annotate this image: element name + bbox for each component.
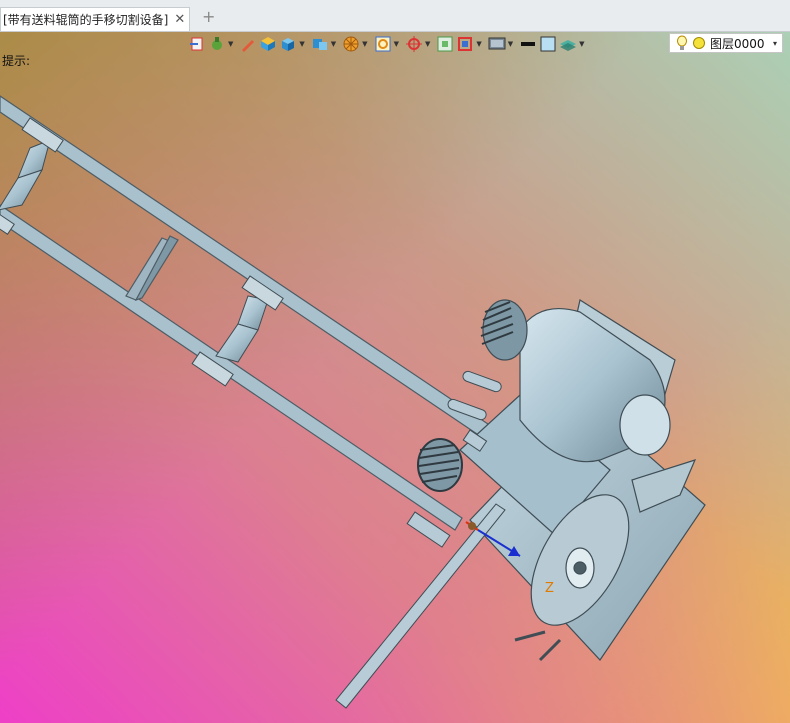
box-icon[interactable] bbox=[259, 35, 277, 53]
chevron-down-icon[interactable]: ▾ bbox=[773, 39, 777, 48]
document-tabbar: [带有送料辊筒的手移切割设备] ✕ + bbox=[0, 0, 790, 32]
layer-color-icon bbox=[693, 37, 705, 49]
view-cube-icon[interactable] bbox=[311, 35, 329, 53]
tab-document-label: [带有送料辊筒的手移切割设备] bbox=[3, 13, 169, 27]
chevron-down-icon[interactable]: ▼ bbox=[476, 40, 481, 48]
display-mode-icon[interactable] bbox=[488, 35, 506, 53]
chevron-down-icon[interactable]: ▼ bbox=[362, 40, 367, 48]
layer-select[interactable]: 图层0000 ▾ bbox=[669, 33, 783, 53]
chevron-down-icon[interactable]: ▼ bbox=[425, 40, 430, 48]
zoom-window-icon[interactable] bbox=[374, 35, 392, 53]
pen-icon[interactable] bbox=[239, 35, 257, 53]
wheel-icon[interactable] bbox=[342, 35, 360, 53]
crosshair-icon[interactable] bbox=[405, 35, 423, 53]
lightbulb-icon bbox=[677, 35, 687, 50]
hint-label: 提示: bbox=[2, 54, 31, 68]
chevron-down-icon[interactable]: ▼ bbox=[579, 40, 584, 48]
svg-text:Z: Z bbox=[545, 581, 554, 596]
feed-tube bbox=[335, 503, 506, 709]
secondary-pulley bbox=[417, 438, 463, 492]
close-icon[interactable]: ✕ bbox=[174, 13, 185, 26]
section-icon[interactable] bbox=[456, 35, 474, 53]
color-swatch-icon[interactable] bbox=[539, 35, 557, 53]
tab-document[interactable]: [带有送料辊筒的手移切割设备] ✕ bbox=[0, 7, 190, 31]
cad-viewport[interactable]: Z [带有送料辊筒的手移切割设备] ✕ + 提示: ▼ ▼ ▼ ▼ ▼ ▼ ▼ … bbox=[0, 0, 790, 723]
fit-view-icon[interactable] bbox=[436, 35, 454, 53]
solid-icon[interactable] bbox=[279, 35, 297, 53]
chevron-down-icon[interactable]: ▼ bbox=[228, 40, 233, 48]
chevron-down-icon[interactable]: ▼ bbox=[394, 40, 399, 48]
import-icon[interactable] bbox=[188, 35, 206, 53]
add-tab-button[interactable]: + bbox=[202, 9, 215, 25]
line-style-icon[interactable] bbox=[519, 35, 537, 53]
layers-icon[interactable] bbox=[559, 35, 577, 53]
chevron-down-icon[interactable]: ▼ bbox=[331, 40, 336, 48]
layer-name: 图层0000 bbox=[710, 36, 765, 51]
model-scene[interactable]: Z bbox=[0, 0, 790, 723]
fill-icon[interactable] bbox=[208, 35, 226, 53]
chevron-down-icon[interactable]: ▼ bbox=[508, 40, 513, 48]
chevron-down-icon[interactable]: ▼ bbox=[299, 40, 304, 48]
